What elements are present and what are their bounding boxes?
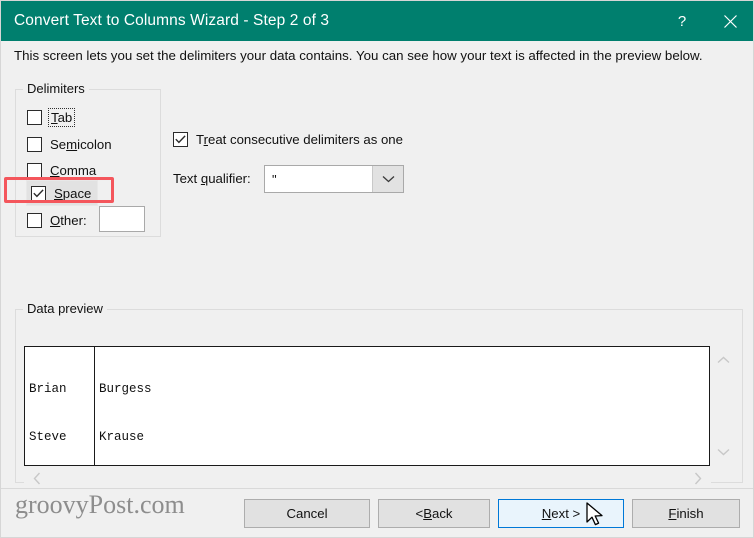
checkbox-box	[31, 185, 46, 201]
close-icon	[723, 14, 737, 28]
chevron-left-icon	[33, 472, 41, 484]
cell-first-name: Brian	[29, 382, 67, 396]
scroll-up-button[interactable]	[711, 350, 736, 370]
close-button[interactable]	[705, 1, 753, 41]
checkbox-label: Semicolon	[50, 136, 112, 152]
next-button[interactable]: Next >	[498, 499, 624, 528]
table-row: Steve Krause	[25, 429, 709, 445]
data-preview-vertical-scrollbar[interactable]	[711, 346, 736, 466]
text-qualifier-dropdown-button[interactable]	[372, 166, 403, 192]
convert-text-to-columns-dialog: Convert Text to Columns Wizard - Step 2 …	[0, 0, 754, 538]
question-mark-icon: ?	[677, 12, 687, 30]
table-row: Brian Burgess	[25, 381, 709, 397]
back-button[interactable]: < Back	[378, 499, 490, 528]
checkbox-treat-consecutive-delimiters[interactable]: Treat consecutive delimiters as one	[173, 129, 403, 149]
window-title: Convert Text to Columns Wizard - Step 2 …	[14, 12, 330, 29]
checkbox-box	[27, 212, 42, 228]
finish-button[interactable]: Finish	[632, 499, 740, 528]
checkbox-tab[interactable]: Tab	[27, 107, 76, 127]
title-bar: Convert Text to Columns Wizard - Step 2 …	[1, 1, 753, 41]
checkmark-icon	[175, 134, 186, 143]
checkmark-icon	[33, 188, 44, 197]
checkbox-label: Space	[54, 185, 92, 201]
checkbox-comma[interactable]: Comma	[27, 160, 96, 180]
cell-last-name: Burgess	[99, 382, 152, 396]
title-bar-buttons: ?	[659, 1, 753, 41]
chevron-down-icon	[382, 176, 394, 183]
text-qualifier-label: Text qualifier:	[173, 171, 251, 186]
scroll-left-button[interactable]	[26, 467, 48, 489]
checkbox-other[interactable]: Other:	[27, 210, 87, 230]
footer-divider	[1, 488, 753, 489]
data-preview-rows: BrianBurgess SteveKrause BenStockton Tim…	[25, 349, 709, 465]
help-button[interactable]: ?	[659, 1, 705, 41]
checkbox-label: Treat consecutive delimiters as one	[196, 131, 403, 147]
delimiters-legend: Delimiters	[23, 81, 89, 96]
chevron-right-icon	[694, 472, 702, 484]
text-qualifier-combobox[interactable]: "	[264, 165, 404, 193]
chevron-down-icon	[717, 448, 730, 456]
cell-last-name: Krause	[99, 430, 145, 444]
other-delimiter-input[interactable]	[99, 206, 145, 232]
scroll-right-button[interactable]	[687, 467, 709, 489]
text-qualifier-value: "	[272, 171, 277, 187]
data-preview-legend: Data preview	[23, 301, 107, 316]
checkbox-semicolon[interactable]: Semicolon	[27, 134, 112, 154]
checkbox-box	[173, 131, 188, 147]
checkbox-box	[27, 162, 42, 178]
checkbox-label: Other:	[50, 212, 87, 228]
checkbox-space[interactable]: Space	[27, 181, 98, 205]
data-preview-table[interactable]: BrianBurgess SteveKrause BenStockton Tim…	[24, 346, 710, 466]
chevron-up-icon	[717, 356, 730, 364]
checkbox-label: Tab	[47, 107, 76, 127]
checkbox-label: Comma	[50, 162, 97, 178]
instruction-text: This screen lets you set the delimiters …	[14, 48, 703, 63]
cancel-button[interactable]: Cancel	[244, 499, 370, 528]
checkbox-box	[27, 136, 42, 152]
cell-first-name: Steve	[29, 430, 67, 444]
scroll-down-button[interactable]	[711, 442, 736, 462]
checkbox-box	[27, 109, 42, 125]
watermark: groovyPost.com	[15, 490, 185, 519]
data-preview-horizontal-scrollbar[interactable]	[24, 467, 711, 489]
